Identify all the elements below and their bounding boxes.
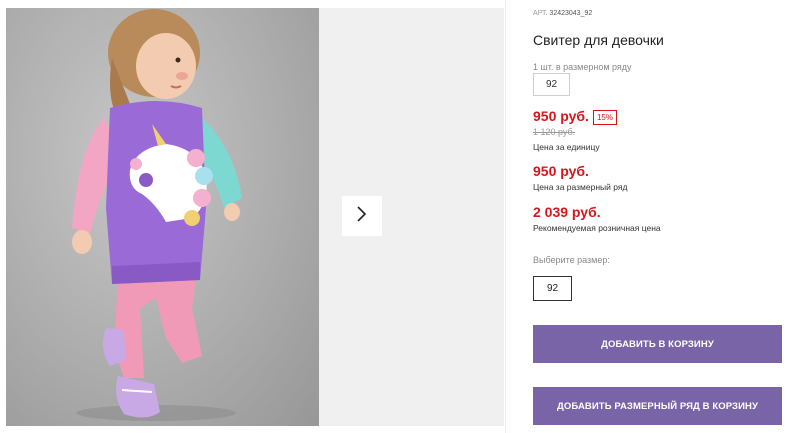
next-photo-button[interactable]: [342, 196, 382, 236]
product-title: Свитер для девочки: [533, 32, 664, 48]
chevron-right-icon: [356, 205, 368, 228]
sku-value: 32423043_92: [549, 10, 593, 17]
retail-price-caption: Рекомендуемая розничная цена: [533, 223, 661, 233]
old-price: 1 120 руб.: [533, 127, 576, 137]
add-to-cart-button[interactable]: ДОБАВИТЬ В КОРЗИНУ: [533, 325, 782, 363]
size-option-92[interactable]: 92: [533, 276, 572, 301]
unit-price: 950 руб.: [533, 108, 589, 124]
child-in-sweater-image: [72, 9, 242, 421]
panel-divider: [505, 0, 506, 433]
row-price-caption: Цена за размерный ряд: [533, 182, 628, 192]
unit-price-caption: Цена за единицу: [533, 142, 600, 152]
add-size-row-to-cart-button[interactable]: ДОБАВИТЬ РАЗМЕРНЫЙ РЯД В КОРЗИНУ: [533, 387, 782, 425]
row-size-badge: 92: [533, 73, 570, 96]
product-photo[interactable]: [6, 8, 319, 426]
choose-size-label: Выберите размер:: [533, 255, 610, 265]
discount-badge: 15%: [593, 110, 617, 125]
product-sku: АРТ. 32423043_92: [533, 10, 592, 17]
retail-price: 2 039 руб.: [533, 204, 601, 220]
product-gallery: [6, 8, 504, 426]
row-count-label: 1 шт. в размерном ряду: [533, 62, 632, 72]
sku-prefix: АРТ.: [533, 10, 548, 17]
row-price: 950 руб.: [533, 163, 589, 179]
